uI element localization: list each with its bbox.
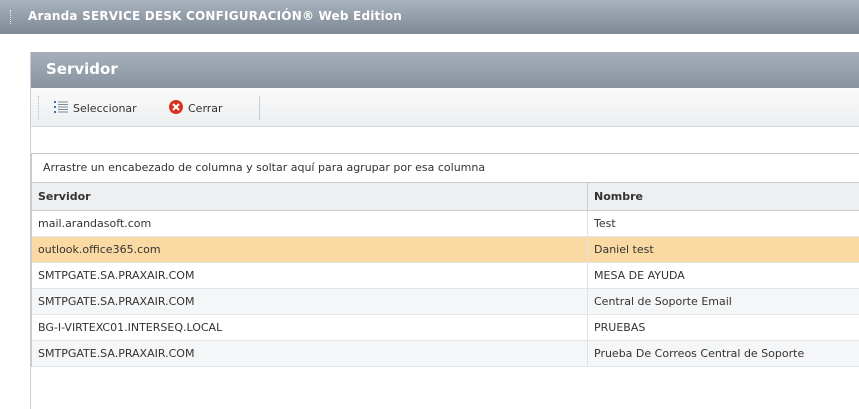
servers-grid: Arrastre un encabezado de columna y solt…	[31, 153, 859, 367]
servidor-window: Servidor Seleccionar Cerrar Arrastre un …	[30, 52, 859, 409]
cell-nombre: Central de Soporte Email	[594, 295, 732, 308]
cell-servidor: SMTPGATE.SA.PRAXAIR.COM	[32, 341, 588, 366]
grid-header: Servidor Nombre	[32, 183, 859, 211]
app-header: Aranda SERVICE DESK CONFIGURACIÓN® Web E…	[0, 0, 859, 34]
cell-servidor: outlook.office365.com	[32, 237, 588, 262]
table-row[interactable]: mail.arandasoft.com Test	[32, 211, 859, 237]
close-button[interactable]: Cerrar	[168, 97, 223, 119]
table-row-selected[interactable]: outlook.office365.com Daniel test	[32, 237, 859, 263]
close-circle-icon	[168, 99, 184, 118]
group-by-panel[interactable]: Arrastre un encabezado de columna y solt…	[32, 154, 859, 183]
toolbar: Seleccionar Cerrar	[31, 88, 859, 127]
window-title-bar: Servidor	[31, 52, 859, 88]
select-button-label: Seleccionar	[73, 101, 137, 115]
select-button[interactable]: Seleccionar	[53, 97, 137, 119]
cell-nombre: MESA DE AYUDA	[594, 269, 685, 282]
toolbar-divider	[259, 96, 260, 120]
cell-nombre: Prueba De Correos Central de Soporte	[594, 347, 805, 360]
table-row[interactable]: SMTPGATE.SA.PRAXAIR.COM Central de Sopor…	[32, 289, 859, 315]
cell-servidor: SMTPGATE.SA.PRAXAIR.COM	[32, 289, 588, 314]
close-button-label: Cerrar	[188, 101, 223, 115]
cell-servidor: BG-I-VIRTEXC01.INTERSEQ.LOCAL	[32, 315, 588, 340]
window-title: Servidor	[46, 60, 118, 78]
column-header-servidor[interactable]: Servidor	[32, 183, 588, 210]
cell-nombre: PRUEBAS	[594, 321, 646, 334]
grip-icon	[10, 10, 14, 24]
table-row[interactable]: SMTPGATE.SA.PRAXAIR.COM Prueba De Correo…	[32, 341, 859, 367]
cell-nombre: Daniel test	[594, 243, 654, 256]
column-header-nombre[interactable]: Nombre	[588, 183, 859, 210]
cell-servidor: SMTPGATE.SA.PRAXAIR.COM	[32, 263, 588, 288]
cell-servidor: mail.arandasoft.com	[32, 211, 588, 236]
toolbar-grip	[38, 96, 39, 120]
table-row[interactable]: SMTPGATE.SA.PRAXAIR.COM MESA DE AYUDA	[32, 263, 859, 289]
app-title: Aranda SERVICE DESK CONFIGURACIÓN® Web E…	[28, 9, 402, 23]
table-row[interactable]: BG-I-VIRTEXC01.INTERSEQ.LOCAL PRUEBAS	[32, 315, 859, 341]
list-icon	[53, 99, 69, 118]
cell-nombre: Test	[594, 217, 616, 230]
